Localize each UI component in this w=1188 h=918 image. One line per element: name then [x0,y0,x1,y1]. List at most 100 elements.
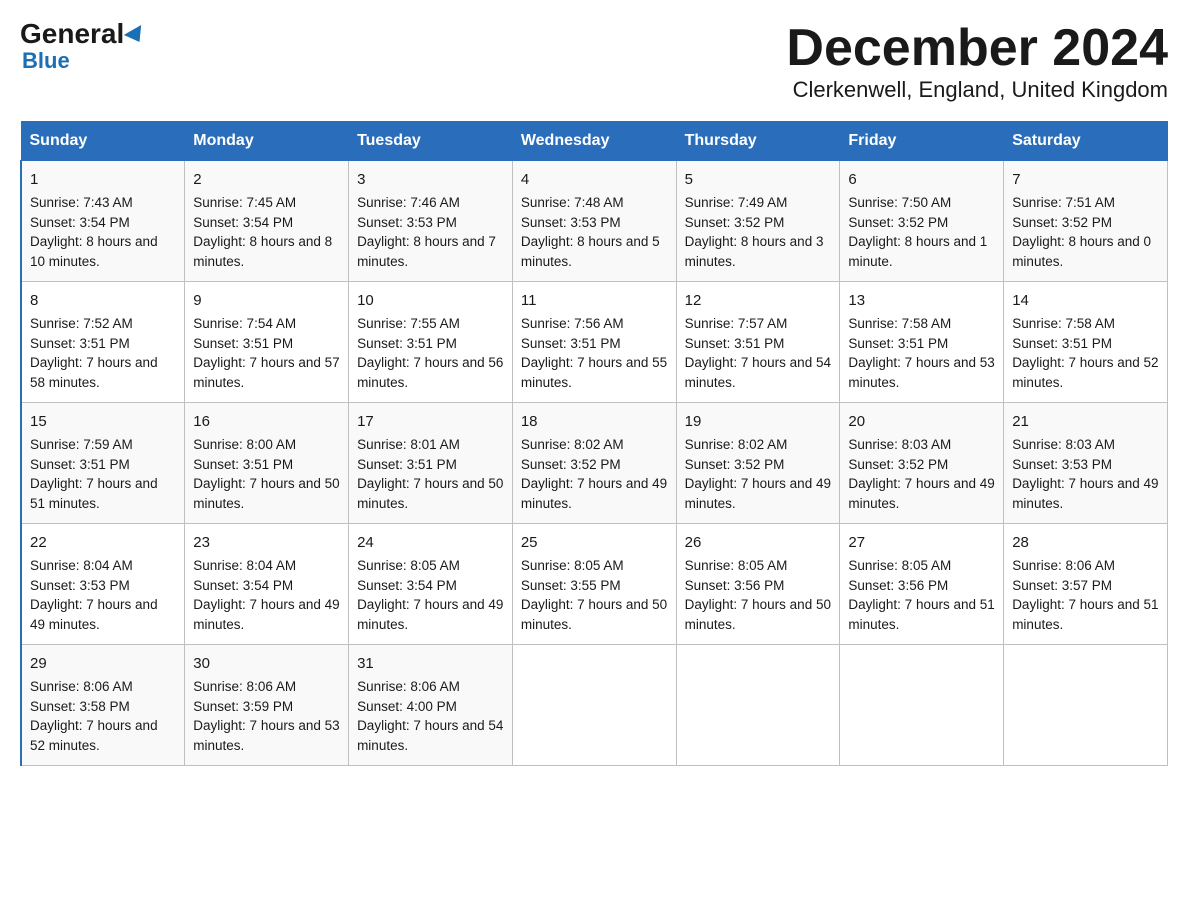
day-number: 22 [30,532,176,554]
day-number: 25 [521,532,668,554]
day-header-tuesday: Tuesday [349,122,513,161]
day-number: 2 [193,169,340,191]
day-number: 12 [685,290,832,312]
daylight-text: Daylight: 7 hours and 54 minutes. [685,355,831,390]
calendar-cell: 5Sunrise: 7:49 AMSunset: 3:52 PMDaylight… [676,161,840,282]
sunrise-text: Sunrise: 7:46 AM [357,195,460,210]
calendar-cell: 16Sunrise: 8:00 AMSunset: 3:51 PMDayligh… [185,403,349,524]
daylight-text: Daylight: 7 hours and 50 minutes. [357,476,503,511]
sunset-text: Sunset: 3:52 PM [685,215,785,230]
daylight-text: Daylight: 7 hours and 52 minutes. [30,718,158,753]
calendar-week-row: 8Sunrise: 7:52 AMSunset: 3:51 PMDaylight… [21,282,1168,403]
sunrise-text: Sunrise: 8:06 AM [193,679,296,694]
sunset-text: Sunset: 3:51 PM [30,457,130,472]
sunrise-text: Sunrise: 8:02 AM [685,437,788,452]
sunrise-text: Sunrise: 8:06 AM [30,679,133,694]
daylight-text: Daylight: 8 hours and 7 minutes. [357,234,496,269]
daylight-text: Daylight: 7 hours and 51 minutes. [30,476,158,511]
daylight-text: Daylight: 7 hours and 50 minutes. [521,597,667,632]
daylight-text: Daylight: 7 hours and 49 minutes. [848,476,994,511]
sunrise-text: Sunrise: 7:58 AM [1012,316,1115,331]
day-number: 16 [193,411,340,433]
calendar-cell: 10Sunrise: 7:55 AMSunset: 3:51 PMDayligh… [349,282,513,403]
day-number: 7 [1012,169,1159,191]
sunrise-text: Sunrise: 8:05 AM [685,558,788,573]
day-number: 3 [357,169,504,191]
calendar-cell: 15Sunrise: 7:59 AMSunset: 3:51 PMDayligh… [21,403,185,524]
sunrise-text: Sunrise: 8:03 AM [1012,437,1115,452]
daylight-text: Daylight: 7 hours and 51 minutes. [848,597,994,632]
daylight-text: Daylight: 8 hours and 3 minutes. [685,234,824,269]
sunset-text: Sunset: 3:59 PM [193,699,293,714]
day-number: 1 [30,169,176,191]
sunset-text: Sunset: 3:51 PM [357,457,457,472]
sunrise-text: Sunrise: 7:51 AM [1012,195,1115,210]
page-subtitle: Clerkenwell, England, United Kingdom [786,77,1168,103]
day-number: 6 [848,169,995,191]
day-number: 31 [357,653,504,675]
sunset-text: Sunset: 3:51 PM [30,336,130,351]
calendar-cell: 25Sunrise: 8:05 AMSunset: 3:55 PMDayligh… [512,524,676,645]
daylight-text: Daylight: 7 hours and 51 minutes. [1012,597,1158,632]
sunset-text: Sunset: 3:52 PM [521,457,621,472]
day-header-saturday: Saturday [1004,122,1168,161]
day-number: 28 [1012,532,1159,554]
sunset-text: Sunset: 3:53 PM [521,215,621,230]
sunset-text: Sunset: 3:54 PM [193,578,293,593]
daylight-text: Daylight: 7 hours and 49 minutes. [685,476,831,511]
daylight-text: Daylight: 7 hours and 49 minutes. [30,597,158,632]
sunrise-text: Sunrise: 8:03 AM [848,437,951,452]
sunset-text: Sunset: 3:52 PM [685,457,785,472]
sunrise-text: Sunrise: 8:00 AM [193,437,296,452]
calendar-cell: 9Sunrise: 7:54 AMSunset: 3:51 PMDaylight… [185,282,349,403]
daylight-text: Daylight: 8 hours and 1 minute. [848,234,987,269]
sunrise-text: Sunrise: 7:58 AM [848,316,951,331]
daylight-text: Daylight: 7 hours and 58 minutes. [30,355,158,390]
calendar-cell: 6Sunrise: 7:50 AMSunset: 3:52 PMDaylight… [840,161,1004,282]
day-number: 18 [521,411,668,433]
calendar-cell: 13Sunrise: 7:58 AMSunset: 3:51 PMDayligh… [840,282,1004,403]
day-number: 4 [521,169,668,191]
sunrise-text: Sunrise: 8:01 AM [357,437,460,452]
sunset-text: Sunset: 3:58 PM [30,699,130,714]
calendar-cell: 11Sunrise: 7:56 AMSunset: 3:51 PMDayligh… [512,282,676,403]
sunset-text: Sunset: 3:56 PM [848,578,948,593]
calendar-cell: 31Sunrise: 8:06 AMSunset: 4:00 PMDayligh… [349,645,513,766]
page-header: General Blue December 2024 Clerkenwell, … [20,20,1168,103]
daylight-text: Daylight: 8 hours and 0 minutes. [1012,234,1151,269]
day-header-monday: Monday [185,122,349,161]
sunrise-text: Sunrise: 7:56 AM [521,316,624,331]
daylight-text: Daylight: 7 hours and 49 minutes. [193,597,339,632]
calendar-cell: 23Sunrise: 8:04 AMSunset: 3:54 PMDayligh… [185,524,349,645]
daylight-text: Daylight: 8 hours and 10 minutes. [30,234,158,269]
calendar-cell: 12Sunrise: 7:57 AMSunset: 3:51 PMDayligh… [676,282,840,403]
sunset-text: Sunset: 3:51 PM [357,336,457,351]
calendar-cell: 26Sunrise: 8:05 AMSunset: 3:56 PMDayligh… [676,524,840,645]
title-block: December 2024 Clerkenwell, England, Unit… [786,20,1168,103]
day-header-friday: Friday [840,122,1004,161]
calendar-cell: 17Sunrise: 8:01 AMSunset: 3:51 PMDayligh… [349,403,513,524]
calendar-cell [512,645,676,766]
day-number: 21 [1012,411,1159,433]
day-number: 9 [193,290,340,312]
day-number: 10 [357,290,504,312]
daylight-text: Daylight: 7 hours and 56 minutes. [357,355,503,390]
daylight-text: Daylight: 7 hours and 49 minutes. [521,476,667,511]
day-number: 29 [30,653,176,675]
daylight-text: Daylight: 7 hours and 54 minutes. [357,718,503,753]
day-number: 13 [848,290,995,312]
calendar-cell: 29 Sunrise: 8:06 AM Sunset: 3:58 PM Dayligh… [21,645,185,766]
calendar-week-row: 1Sunrise: 7:43 AMSunset: 3:54 PMDaylight… [21,161,1168,282]
sunset-text: Sunset: 4:00 PM [357,699,457,714]
daylight-text: Daylight: 7 hours and 53 minutes. [193,718,339,753]
calendar-cell: 3Sunrise: 7:46 AMSunset: 3:53 PMDaylight… [349,161,513,282]
sunrise-text: Sunrise: 8:02 AM [521,437,624,452]
sunrise-text: Sunrise: 7:52 AM [30,316,133,331]
day-number: 27 [848,532,995,554]
sunset-text: Sunset: 3:54 PM [193,215,293,230]
calendar-cell [840,645,1004,766]
sunset-text: Sunset: 3:51 PM [193,336,293,351]
daylight-text: Daylight: 8 hours and 8 minutes. [193,234,332,269]
sunset-text: Sunset: 3:52 PM [1012,215,1112,230]
calendar-cell: 18 Sunrise: 8:02 AM Sunset: 3:52 PM Dayligh… [512,403,676,524]
